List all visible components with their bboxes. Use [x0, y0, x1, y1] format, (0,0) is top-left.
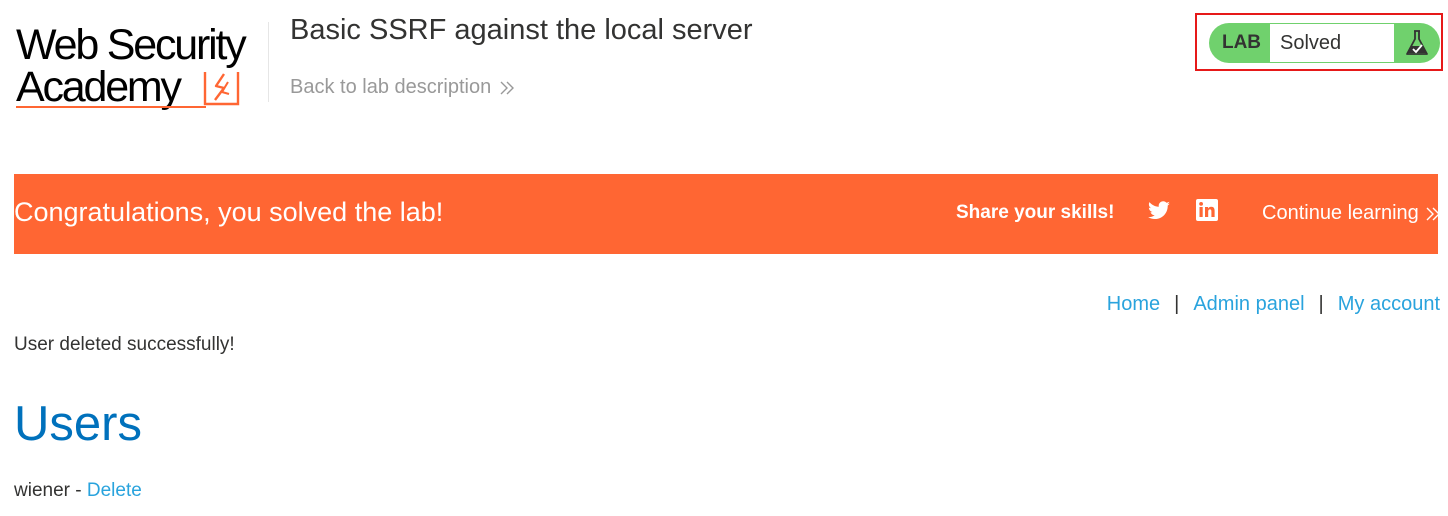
nav-separator: |: [1174, 293, 1180, 315]
nav-home-link[interactable]: Home: [1107, 293, 1160, 316]
nav-admin-panel-link[interactable]: Admin panel: [1193, 293, 1304, 316]
flask-icon: [1394, 23, 1440, 63]
user-list-item: wiener - Delete: [14, 480, 142, 502]
delete-user-link[interactable]: Delete: [87, 480, 142, 501]
header-divider: [268, 22, 269, 102]
top-navigation: Home | Admin panel | My account: [1107, 293, 1440, 316]
lab-status-value: Solved: [1270, 24, 1394, 62]
linkedin-icon[interactable]: [1196, 199, 1218, 221]
continue-learning-label: Continue learning: [1262, 202, 1419, 224]
flash-message: User deleted successfully!: [14, 334, 235, 355]
user-row-separator: -: [69, 480, 87, 501]
continue-learning-link[interactable]: Continue learning: [1262, 202, 1441, 225]
users-heading: Users: [14, 397, 142, 451]
lab-title: Basic SSRF against the local server: [290, 14, 753, 46]
back-link-label: Back to lab description: [290, 76, 492, 98]
logo-mark-icon: [203, 72, 240, 106]
web-security-academy-logo[interactable]: Web Security Academy: [16, 22, 268, 112]
congratulations-banner: Congratulations, you solved the lab! Sha…: [14, 174, 1441, 254]
twitter-icon[interactable]: [1147, 200, 1171, 222]
nav-separator: |: [1318, 293, 1324, 315]
nav-my-account-link[interactable]: My account: [1338, 293, 1440, 316]
lab-status-widget: LAB Solved: [1209, 23, 1440, 63]
username: wiener: [14, 480, 70, 501]
congratulations-message: Congratulations, you solved the lab!: [14, 197, 444, 227]
logo-text-line1: Web Security: [16, 21, 247, 69]
lab-status-label: LAB: [1221, 32, 1262, 53]
back-to-lab-description-link[interactable]: Back to lab description: [290, 76, 515, 99]
double-chevron-right-icon: [500, 81, 515, 94]
double-chevron-right-icon: [1426, 207, 1440, 220]
logo-text-line2: Academy: [16, 63, 182, 111]
logo-underline: [16, 106, 206, 108]
share-skills-label: Share your skills!: [956, 202, 1115, 223]
